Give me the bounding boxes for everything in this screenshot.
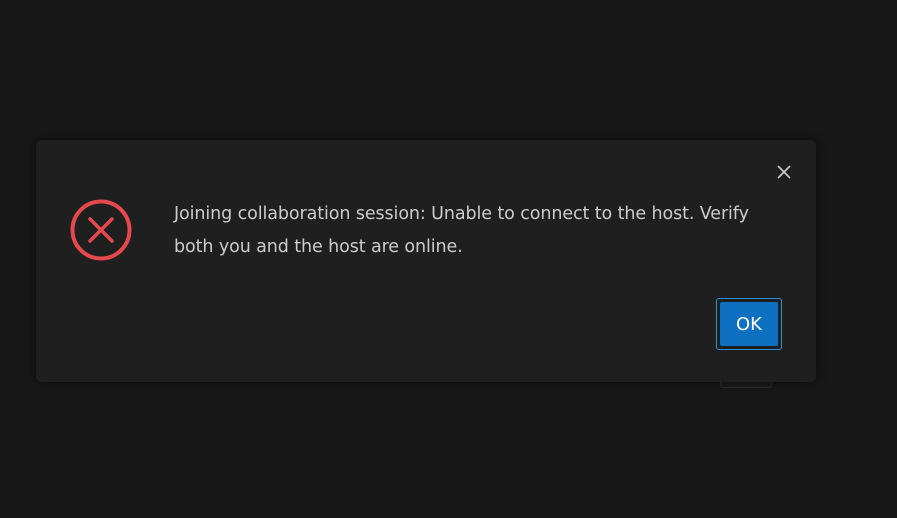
ok-button-label: OK	[720, 302, 778, 346]
ok-button[interactable]: OK	[716, 298, 782, 350]
error-dialog: Joining collaboration session: Unable to…	[36, 140, 816, 382]
close-icon	[777, 165, 791, 179]
dialog-message: Joining collaboration session: Unable to…	[174, 204, 749, 257]
close-button[interactable]	[772, 160, 796, 184]
error-circle-x-icon	[70, 199, 132, 261]
